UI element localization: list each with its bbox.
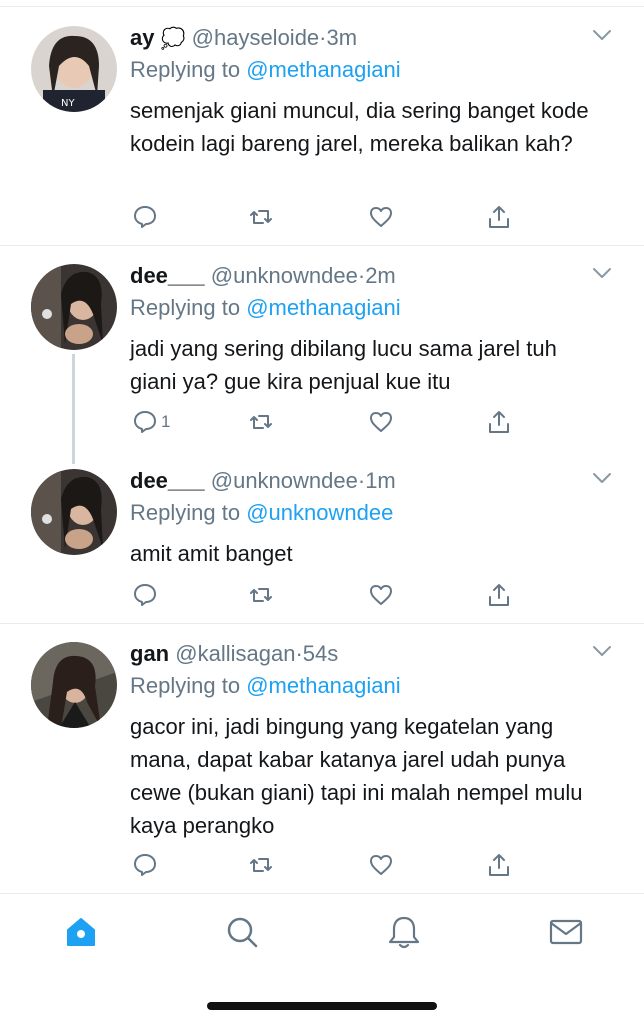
retweet-button[interactable] <box>248 407 274 437</box>
user-handle[interactable]: @unknowndee <box>211 263 358 288</box>
tweet-text: amit amit banget <box>130 541 293 566</box>
mention-link[interactable]: @methanagiani <box>246 57 400 82</box>
like-button[interactable] <box>368 202 394 232</box>
reply-button[interactable]: 1 <box>132 407 170 437</box>
display-name[interactable]: gan <box>130 641 169 666</box>
share-icon <box>489 854 509 876</box>
separator-dot: · <box>319 25 327 50</box>
search-icon <box>227 917 258 948</box>
like-button[interactable] <box>368 580 394 610</box>
reply-icon <box>134 411 156 433</box>
tweet-header: ay 💭 @hayseloide·3m <box>130 22 624 54</box>
home-indicator[interactable] <box>207 1002 437 1010</box>
retweet-button[interactable] <box>248 202 274 232</box>
retweet-button[interactable] <box>248 850 274 880</box>
replying-prefix: Replying to <box>130 295 241 320</box>
like-button[interactable] <box>368 850 394 880</box>
tweet-text: semenjak giani muncul, dia sering banget… <box>130 98 589 156</box>
share-button[interactable] <box>486 580 512 610</box>
replying-to: Replying to @methanagiani <box>130 54 624 86</box>
tweet-header: dee___ @unknowndee·2m <box>130 260 624 292</box>
tweet-text: jadi yang sering dibilang lucu sama jare… <box>130 336 557 394</box>
tweet-divider <box>0 623 644 624</box>
user-handle[interactable]: @unknowndee <box>211 468 358 493</box>
svg-text:NY: NY <box>61 98 75 109</box>
timestamp[interactable]: 1m <box>365 468 396 493</box>
share-icon <box>489 411 509 433</box>
user-handle[interactable]: @kallisagan <box>175 641 295 666</box>
reply-icon <box>134 854 156 876</box>
display-name[interactable]: dee___ <box>130 468 205 493</box>
display-name[interactable]: ay <box>130 25 154 50</box>
thread-connector <box>72 354 75 464</box>
tweet-actions <box>130 580 520 610</box>
avatar[interactable] <box>31 469 117 555</box>
share-icon <box>489 206 509 228</box>
reply-button[interactable] <box>132 580 161 610</box>
tweet-actions: 1 <box>130 407 520 437</box>
retweet-icon <box>250 858 272 872</box>
chevron-down-icon[interactable] <box>592 266 612 280</box>
mention-link[interactable]: @unknowndee <box>246 500 393 525</box>
retweet-icon <box>250 588 272 602</box>
retweet-button[interactable] <box>248 580 274 610</box>
retweet-icon <box>250 210 272 224</box>
timestamp[interactable]: 3m <box>327 25 358 50</box>
tab-notifications[interactable] <box>384 912 424 952</box>
tab-home[interactable] <box>61 912 101 952</box>
messages-icon <box>549 919 583 945</box>
chevron-down-icon[interactable] <box>592 28 612 42</box>
tweet-divider <box>0 245 644 246</box>
tweet-header: gan @kallisagan·54s <box>130 638 624 670</box>
replying-prefix: Replying to <box>130 57 241 82</box>
timestamp[interactable]: 54s <box>303 641 338 666</box>
user-handle[interactable]: @hayseloide <box>192 25 320 50</box>
like-icon <box>370 207 392 227</box>
notifications-icon <box>388 916 420 949</box>
reply-button[interactable] <box>132 202 161 232</box>
chevron-down-icon[interactable] <box>592 471 612 485</box>
separator-dot: · <box>295 641 303 666</box>
avatar[interactable]: NY <box>31 26 117 112</box>
thought-bubble-emoji: 💭 <box>160 28 186 50</box>
avatar[interactable] <box>31 264 117 350</box>
replying-prefix: Replying to <box>130 673 241 698</box>
replying-prefix: Replying to <box>130 500 241 525</box>
timestamp[interactable]: 2m <box>365 263 396 288</box>
share-button[interactable] <box>486 202 512 232</box>
reply-count: 1 <box>161 412 171 431</box>
reply-button[interactable] <box>132 850 161 880</box>
replying-to: Replying to @methanagiani <box>130 670 624 702</box>
reply-icon <box>134 584 156 606</box>
avatar[interactable] <box>31 642 117 728</box>
share-icon <box>489 584 509 606</box>
like-button[interactable] <box>368 407 394 437</box>
top-divider <box>0 6 644 7</box>
mention-link[interactable]: @methanagiani <box>246 673 400 698</box>
like-icon <box>370 855 392 875</box>
tab-search[interactable] <box>222 912 262 952</box>
tab-messages[interactable] <box>546 912 586 952</box>
home-icon <box>67 918 95 946</box>
replying-to: Replying to @methanagiani <box>130 292 624 324</box>
like-icon <box>370 412 392 432</box>
like-icon <box>370 585 392 605</box>
retweet-icon <box>250 415 272 429</box>
display-name[interactable]: dee___ <box>130 263 205 288</box>
reply-icon <box>134 206 156 228</box>
tweet-actions <box>130 202 520 232</box>
tweet-actions <box>130 850 520 880</box>
tweet-text: gacor ini, jadi bingung yang kegatelan y… <box>130 714 583 838</box>
tweet-header: dee___ @unknowndee·1m <box>130 465 624 497</box>
share-button[interactable] <box>486 850 512 880</box>
chevron-down-icon[interactable] <box>592 644 612 658</box>
replying-to: Replying to @unknowndee <box>130 497 624 529</box>
share-button[interactable] <box>486 407 512 437</box>
mention-link[interactable]: @methanagiani <box>246 295 400 320</box>
